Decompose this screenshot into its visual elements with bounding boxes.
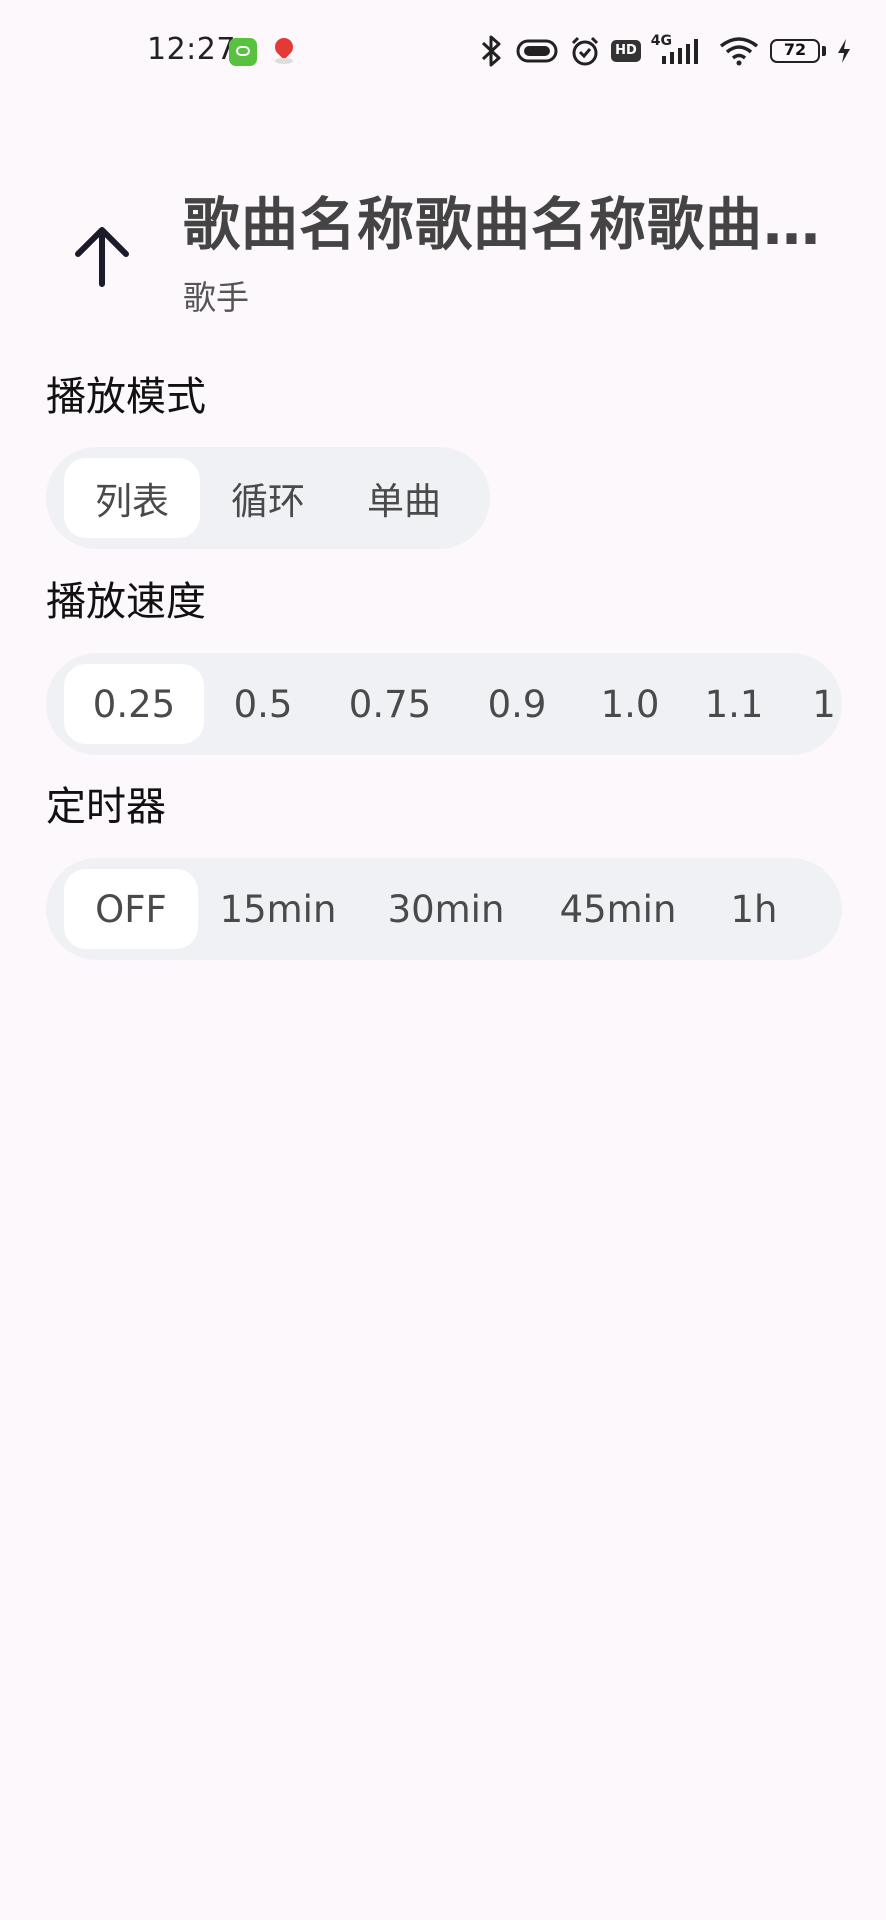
- play-speed-label: 播放速度: [46, 579, 206, 625]
- play-mode-selector: 列表 循环 单曲: [46, 447, 490, 549]
- play-mode-option-list[interactable]: 列表: [64, 458, 200, 538]
- alarm-icon: [569, 35, 601, 67]
- timer-option-45min[interactable]: 45min: [534, 869, 702, 949]
- app-notification-icon: [229, 38, 257, 66]
- timer-option-off[interactable]: OFF: [64, 869, 198, 949]
- timer-option-15min[interactable]: 15min: [198, 869, 358, 949]
- collapse-button[interactable]: [62, 216, 142, 296]
- wifi-icon: [718, 36, 760, 66]
- speed-option-0-75[interactable]: 0.75: [322, 664, 458, 744]
- charging-icon: [836, 38, 852, 64]
- battery-icon: 72: [770, 39, 820, 63]
- speed-option-0-5[interactable]: 0.5: [204, 664, 322, 744]
- status-time: 12:27: [147, 32, 236, 67]
- status-icons: HD 4G 72: [479, 30, 852, 72]
- bluetooth-icon: [479, 34, 505, 68]
- location-pin-icon: [271, 34, 297, 60]
- network-type-label: 4G: [650, 33, 672, 49]
- speed-option-1-0[interactable]: 1.0: [576, 664, 684, 744]
- speed-option-0-25[interactable]: 0.25: [64, 664, 204, 744]
- status-bar: 12:27 HD 4G 72: [0, 0, 886, 100]
- speed-option-1-1[interactable]: 1.1: [684, 664, 784, 744]
- arrow-up-icon: [75, 227, 129, 287]
- speed-option-0-9[interactable]: 0.9: [458, 664, 576, 744]
- timer-option-1h[interactable]: 1h: [702, 869, 806, 949]
- song-title: 歌曲名称歌曲名称歌曲名称: [183, 192, 823, 258]
- battery-tip: [822, 46, 826, 56]
- signal-icon: 4G: [650, 33, 708, 66]
- battery-level: 72: [783, 40, 807, 59]
- play-mode-option-loop[interactable]: 循环: [200, 458, 336, 538]
- speed-option-1-x[interactable]: 1: [784, 664, 842, 744]
- timer-label: 定时器: [46, 784, 166, 830]
- play-mode-label: 播放模式: [46, 374, 206, 420]
- hd-icon: HD: [611, 40, 641, 62]
- timer-selector: OFF 15min 30min 45min 1h: [46, 858, 842, 960]
- song-artist: 歌手: [183, 278, 249, 317]
- vibrate-icon: [515, 37, 559, 65]
- timer-option-30min[interactable]: 30min: [358, 869, 534, 949]
- play-speed-selector: 0.25 0.5 0.75 0.9 1.0 1.1 1: [46, 653, 842, 755]
- play-mode-option-single[interactable]: 单曲: [336, 458, 472, 538]
- location-pin-shadow: [275, 58, 293, 64]
